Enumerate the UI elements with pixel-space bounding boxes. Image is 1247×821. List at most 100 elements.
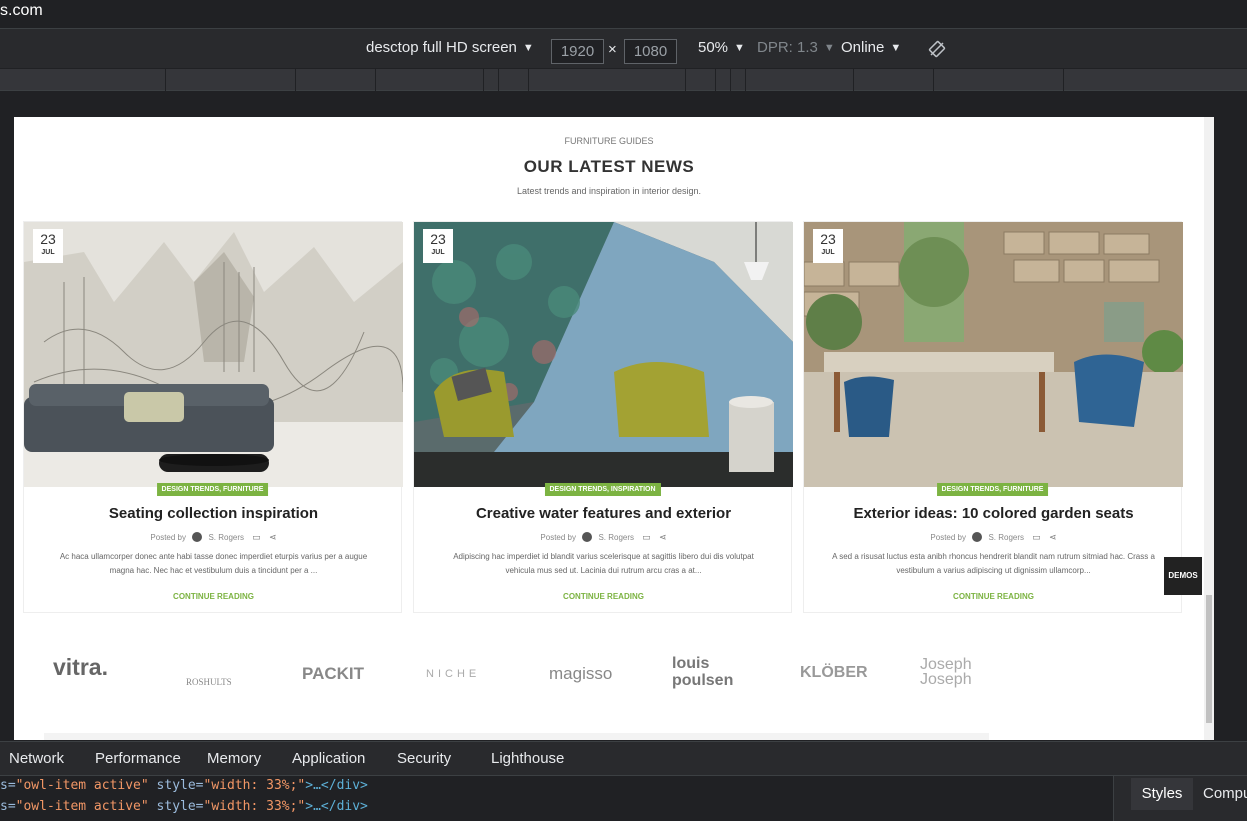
category-badge[interactable]: DESIGN TRENDS, FURNITURE	[156, 483, 269, 496]
water-features-image	[414, 222, 793, 487]
author-name[interactable]: S. Rogers	[208, 533, 244, 542]
comment-icon[interactable]: ▭	[252, 532, 261, 543]
devtools-tab-bar: Network Performance Memory Application S…	[0, 741, 1247, 776]
dpr-select[interactable]: DPR: 1.3 ▼	[757, 39, 835, 56]
elements-panel[interactable]: s="owl-item active" style="width: 33%;">…	[0, 776, 1113, 821]
ruler-mark	[528, 69, 529, 91]
share-icon[interactable]: ⋖	[659, 532, 667, 543]
card-title[interactable]: Exterior ideas: 10 colored garden seats	[804, 505, 1183, 522]
date-box: 23 JUL	[33, 229, 63, 263]
attr-value: "owl-item active"	[15, 778, 149, 793]
ruler-mark	[730, 69, 731, 91]
height-input[interactable]: 1080	[624, 39, 677, 64]
category-badge[interactable]: DESIGN TRENDS, FURNITURE	[936, 483, 1049, 496]
brand-logo[interactable]: ROSHULTS	[186, 677, 232, 687]
times-sign: ×	[608, 41, 617, 58]
author-name[interactable]: S. Rogers	[598, 533, 634, 542]
card-title[interactable]: Seating collection inspiration	[24, 505, 403, 522]
zoom-select[interactable]: 50% ▼	[698, 39, 745, 56]
ruler-mark	[498, 69, 499, 91]
brand-logo[interactable]: louis poulsen	[672, 655, 742, 689]
date-box: 23 JUL	[813, 229, 843, 263]
zoom-label: 50%	[698, 39, 729, 56]
ruler-mark	[483, 69, 484, 91]
device-label: desctop full HD screen	[366, 39, 517, 56]
posted-by-label: Posted by	[930, 533, 966, 542]
tab-application[interactable]: Application	[292, 750, 365, 767]
device-select[interactable]: desctop full HD screen ▼	[366, 39, 534, 56]
author-name[interactable]: S. Rogers	[988, 533, 1024, 542]
url-text: s.com	[0, 2, 43, 19]
section-subtitle: FURNITURE GUIDES	[564, 136, 654, 146]
tab-performance[interactable]: Performance	[95, 750, 181, 767]
width-input[interactable]: 1920	[551, 39, 604, 64]
news-image[interactable]: 23 JUL	[804, 222, 1183, 487]
ruler-mark	[853, 69, 854, 91]
author-avatar	[582, 532, 593, 542]
category-badge[interactable]: DESIGN TRENDS, INSPIRATION	[544, 483, 661, 496]
author-avatar	[192, 532, 203, 542]
demos-button[interactable]: DEMOS	[1164, 557, 1202, 595]
section-description: Latest trends and inspiration in interio…	[516, 186, 702, 196]
news-image[interactable]: 23 JUL	[24, 222, 403, 487]
address-bar[interactable]: s.com	[0, 0, 1247, 27]
brand-logo[interactable]: magisso	[549, 664, 612, 684]
news-card[interactable]: 23 JUL DESIGN TRENDS, FURNITURE Exterior…	[803, 221, 1183, 613]
ruler-mark	[1063, 69, 1064, 91]
comment-icon[interactable]: ▭	[1032, 532, 1041, 543]
continue-reading-link[interactable]: CONTINUE READING	[24, 592, 403, 601]
continue-reading-link[interactable]: CONTINUE READING	[804, 592, 1183, 601]
section-title: OUR LATEST NEWS	[523, 157, 695, 176]
footer-strip	[44, 733, 989, 740]
tab-computed[interactable]: Compu	[1203, 785, 1247, 802]
continue-reading-link[interactable]: CONTINUE READING	[414, 592, 793, 601]
brand-logo[interactable]: PACKIT	[302, 664, 364, 684]
date-month: JUL	[821, 249, 835, 256]
page-scrollbar[interactable]	[1204, 117, 1214, 740]
attr-name: style=	[156, 778, 204, 793]
news-image[interactable]: 23 JUL	[414, 222, 793, 487]
date-day: 23	[430, 231, 446, 247]
ruler-mark	[375, 69, 376, 91]
date-month: JUL	[431, 249, 445, 256]
attr-value: "width: 33%;"	[203, 799, 306, 814]
living-room-mural-image	[24, 222, 403, 487]
tab-lighthouse[interactable]: Lighthouse	[491, 750, 564, 767]
tab-network[interactable]: Network	[9, 750, 64, 767]
chevron-down-icon: ▼	[734, 42, 745, 54]
device-toolbar: desctop full HD screen ▼ 1920 × 1080 50% ▼…	[0, 28, 1247, 68]
tab-security[interactable]: Security	[397, 750, 451, 767]
comment-icon[interactable]: ▭	[642, 532, 651, 543]
brand-logo[interactable]: vitra.	[53, 654, 108, 681]
rotate-icon[interactable]	[928, 40, 946, 58]
media-query-ruler[interactable]	[0, 69, 1247, 91]
news-card[interactable]: 23 JUL DESIGN TRENDS, INSPIRATION Creati…	[413, 221, 793, 613]
brand-logo[interactable]: NICHE	[426, 668, 480, 680]
card-meta: Posted by S. Rogers ▭ ⋖	[24, 532, 403, 543]
attr-value: "width: 33%;"	[203, 778, 306, 793]
brand-logo[interactable]: Joseph Joseph	[920, 657, 990, 688]
brand-logo[interactable]: KLÖBER	[800, 664, 868, 682]
ruler-mark	[685, 69, 686, 91]
styles-sidebar: Styles Compu	[1113, 776, 1247, 821]
garden-seats-image	[804, 222, 1183, 487]
chevron-down-icon: ▼	[890, 42, 902, 54]
dom-node-line[interactable]: s="owl-item active" style="width: 33%;">…	[0, 778, 368, 793]
posted-by-label: Posted by	[150, 533, 186, 542]
attr-name: style=	[156, 799, 204, 814]
share-icon[interactable]: ⋖	[269, 532, 277, 543]
chevron-down-icon: ▼	[823, 42, 835, 54]
date-day: 23	[820, 231, 836, 247]
scrollbar-thumb[interactable]	[1206, 595, 1212, 723]
network-label: Online	[841, 39, 885, 56]
share-icon[interactable]: ⋖	[1049, 532, 1057, 543]
news-card[interactable]: 23 JUL DESIGN TRENDS, FURNITURE Seating …	[23, 221, 403, 613]
card-title[interactable]: Creative water features and exterior	[414, 505, 793, 522]
tab-styles[interactable]: Styles	[1131, 778, 1193, 810]
ruler-mark	[933, 69, 934, 91]
tab-memory[interactable]: Memory	[207, 750, 261, 767]
attr-name: s=	[0, 778, 16, 793]
card-meta: Posted by S. Rogers ▭ ⋖	[804, 532, 1183, 543]
network-throttle-select[interactable]: Online ▼	[841, 39, 901, 56]
dom-node-line[interactable]: s="owl-item active" style="width: 33%;">…	[0, 799, 368, 814]
